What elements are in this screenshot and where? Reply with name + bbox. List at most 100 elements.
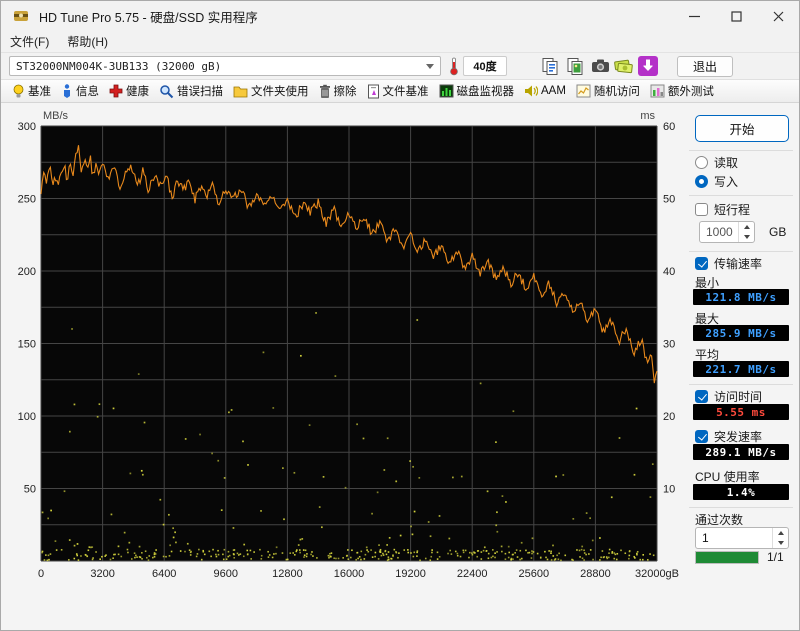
- svg-text:30: 30: [663, 339, 675, 351]
- health-icon: [109, 84, 123, 98]
- avg-speed-display: 221.7 MB/s: [693, 361, 789, 377]
- cpu-usage-label: CPU 使用率: [695, 470, 760, 484]
- exit-button[interactable]: 退出: [677, 56, 733, 77]
- tab-disk-monitor[interactable]: 磁盘监视器: [434, 81, 520, 101]
- svg-text:3200: 3200: [90, 568, 114, 580]
- tab-erase[interactable]: 擦除: [314, 81, 362, 101]
- tab-label: 文件基准: [382, 86, 429, 98]
- radio-icon: [695, 156, 708, 169]
- svg-text:12800: 12800: [272, 568, 303, 580]
- copy-image-icon[interactable]: [564, 55, 586, 77]
- burst-rate-label: 突发速率: [714, 430, 763, 444]
- extra-tests-icon: [650, 84, 665, 98]
- short-stroke-size-stepper[interactable]: 1000: [699, 221, 755, 243]
- divider: [689, 507, 793, 508]
- title-bar: HD Tune Pro 5.75 - 硬盘/SSD 实用程序: [1, 1, 799, 31]
- scan-icon: [160, 84, 174, 98]
- stepper-up-icon[interactable]: [773, 528, 788, 538]
- pass-count-stepper[interactable]: 1: [695, 527, 789, 549]
- tab-info[interactable]: 信息: [56, 81, 104, 101]
- tab-folder-usage[interactable]: 文件夹使用: [228, 81, 314, 101]
- svg-text:19200: 19200: [395, 568, 426, 580]
- minimize-button[interactable]: [673, 1, 715, 31]
- access-time-label: 访问时间: [714, 390, 763, 404]
- tab-label: 随机访问: [593, 86, 640, 98]
- svg-text:25600: 25600: [519, 568, 550, 580]
- svg-text:0: 0: [38, 568, 44, 580]
- tab-health[interactable]: 健康: [104, 81, 154, 101]
- maximize-button[interactable]: [715, 1, 757, 31]
- transfer-rate-label: 传输速率: [714, 257, 763, 271]
- access-time-checkbox[interactable]: 访问时间: [695, 388, 762, 405]
- cpu-usage-display: 1.4%: [693, 484, 789, 500]
- divider: [689, 384, 793, 385]
- tab-error-scan[interactable]: 错误扫描: [154, 81, 228, 101]
- chevron-down-icon: [426, 64, 434, 69]
- tab-label: 擦除: [333, 86, 357, 98]
- folder-icon: [233, 86, 248, 97]
- tab-label: 额外测试: [667, 86, 714, 98]
- stepper-up-icon[interactable]: [739, 222, 754, 232]
- tab-file-benchmark[interactable]: 文件基准: [362, 81, 434, 101]
- tab-benchmark[interactable]: 基准: [7, 81, 56, 101]
- burst-rate-checkbox[interactable]: 突发速率: [695, 428, 762, 445]
- menu-help[interactable]: 帮助(H): [58, 31, 117, 52]
- tab-label: 文件夹使用: [251, 86, 309, 98]
- svg-text:ms: ms: [640, 110, 655, 122]
- progress-bar: [695, 551, 759, 564]
- svg-text:300: 300: [18, 121, 36, 133]
- stepper-down-icon[interactable]: [739, 232, 754, 242]
- tab-extra-tests[interactable]: 额外测试: [645, 81, 719, 101]
- info-icon: [64, 83, 70, 98]
- divider: [689, 150, 793, 151]
- tab-random-access[interactable]: 随机访问: [571, 81, 645, 101]
- close-button[interactable]: [757, 1, 799, 31]
- svg-text:50: 50: [24, 484, 36, 496]
- read-radio-label: 读取: [714, 156, 739, 170]
- svg-text:40: 40: [663, 266, 675, 278]
- pass-count-value: 1: [702, 531, 709, 545]
- tab-label: 信息: [76, 86, 99, 98]
- toolbar: ST32000NM004K-3UB133 (32000 gB) 40度 退出: [1, 53, 799, 79]
- control-panel: 开始 读取 写入 短行程 1000 GB 传输速率 最小 121.8 MB/s …: [685, 103, 799, 630]
- write-radio[interactable]: 写入: [695, 173, 738, 190]
- tab-label: 健康: [126, 86, 149, 98]
- access-time-display: 5.55 ms: [693, 404, 789, 420]
- stepper-down-icon[interactable]: [773, 538, 788, 548]
- camera-icon[interactable]: [589, 55, 611, 77]
- download-icon[interactable]: [637, 55, 659, 77]
- burst-rate-display: 289.1 MB/s: [693, 444, 789, 460]
- tab-aam[interactable]: AAM: [519, 82, 571, 100]
- svg-text:32000gB: 32000gB: [635, 568, 679, 580]
- menu-bar: 文件(F) 帮助(H): [1, 31, 799, 53]
- svg-text:9600: 9600: [214, 568, 238, 580]
- write-radio-label: 写入: [714, 175, 739, 189]
- short-stroke-unit: GB: [769, 225, 787, 239]
- divider: [689, 251, 793, 252]
- tab-label: AAM: [541, 85, 566, 97]
- random-access-icon: [576, 84, 591, 98]
- start-button[interactable]: 开始: [695, 115, 789, 142]
- svg-text:10: 10: [663, 484, 675, 496]
- tab-label: 错误扫描: [177, 86, 223, 98]
- svg-text:6400: 6400: [152, 568, 176, 580]
- checkbox-checked-icon: [695, 430, 708, 443]
- svg-text:MB/s: MB/s: [43, 110, 69, 122]
- pass-count-label: 通过次数: [695, 513, 744, 527]
- drive-selector-dropdown[interactable]: ST32000NM004K-3UB133 (32000 gB): [9, 56, 441, 76]
- svg-text:250: 250: [18, 194, 36, 206]
- short-stroke-label: 短行程: [714, 203, 751, 217]
- copy-text-icon[interactable]: [539, 55, 561, 77]
- save-money-icon[interactable]: [613, 55, 635, 77]
- disk-monitor-icon: [439, 84, 453, 98]
- svg-text:60: 60: [663, 121, 675, 133]
- tab-bar: 基准 信息 健康 错误扫描 文件夹使用 擦除 文件基准 磁盘监视器 AAM 随机…: [1, 79, 799, 103]
- menu-file[interactable]: 文件(F): [1, 31, 58, 52]
- main-content: MB/s ms 300 250 200 150 100 50 60 50 40 30 20 10 0 3200…: [1, 103, 799, 630]
- min-speed-display: 121.8 MB/s: [693, 289, 789, 305]
- transfer-rate-checkbox[interactable]: 传输速率: [695, 255, 762, 272]
- read-radio[interactable]: 读取: [695, 154, 738, 171]
- bulb-icon: [13, 84, 24, 97]
- short-stroke-checkbox[interactable]: 短行程: [695, 201, 750, 218]
- window-controls: [673, 1, 799, 31]
